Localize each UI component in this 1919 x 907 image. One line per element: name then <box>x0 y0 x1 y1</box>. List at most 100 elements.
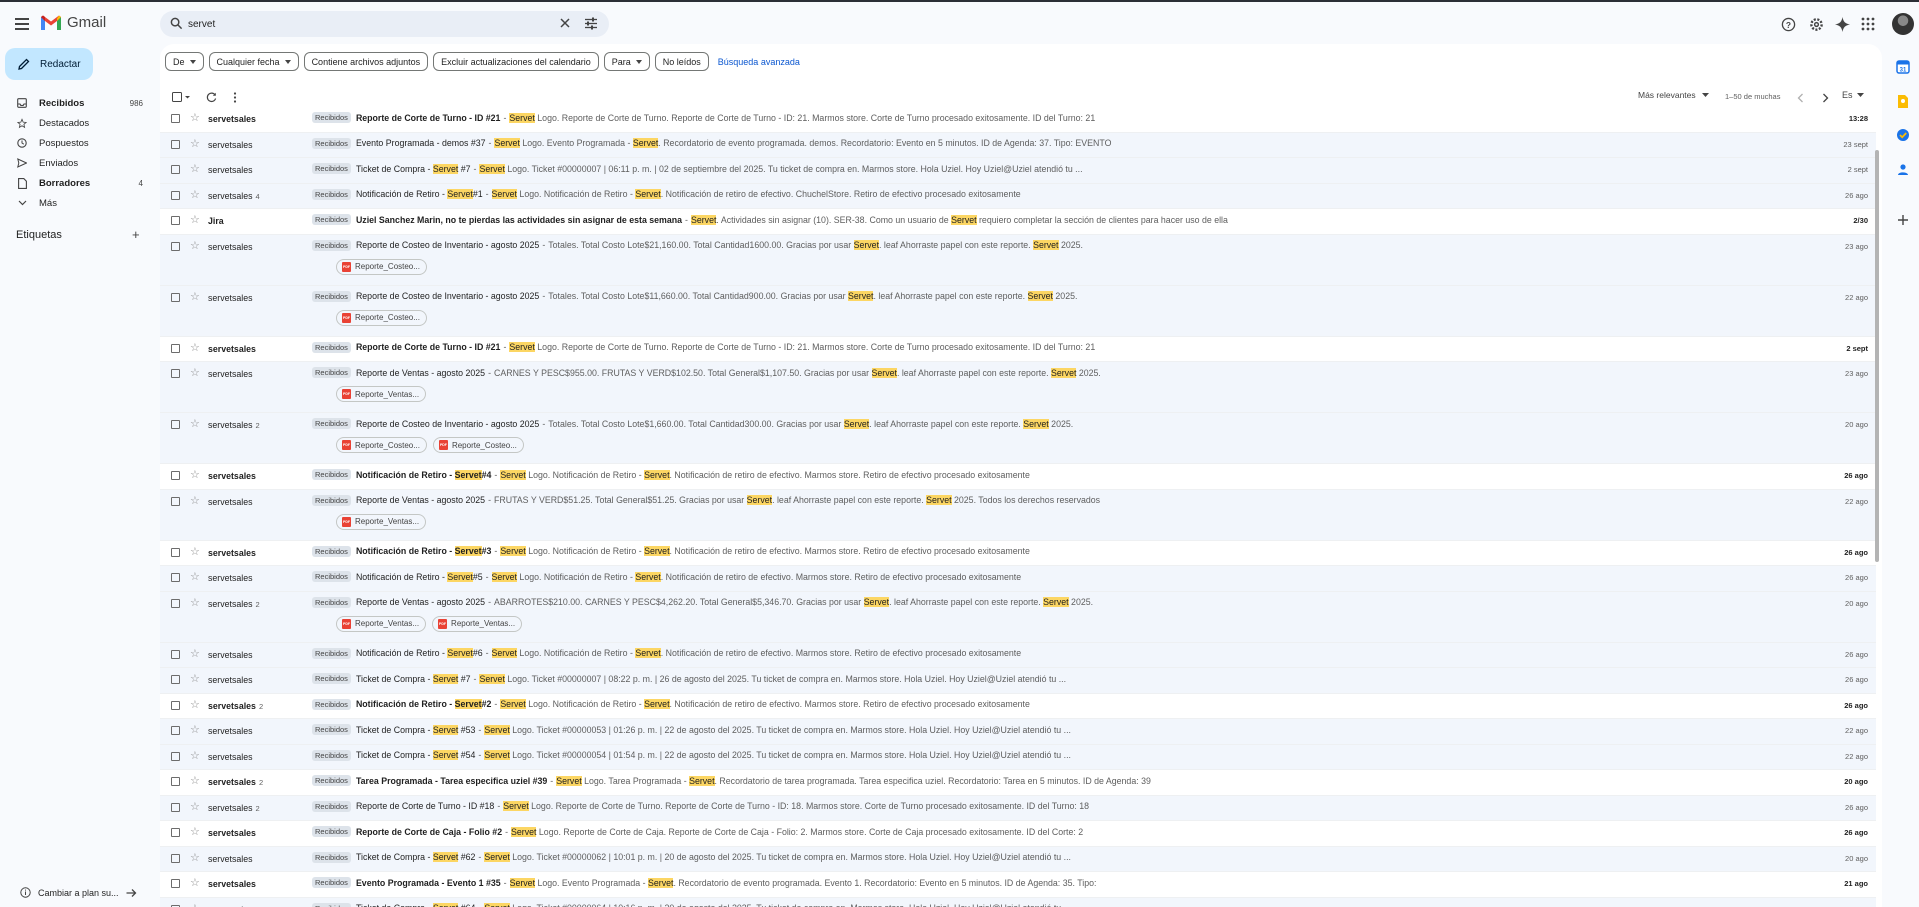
star-icon[interactable]: ☆ <box>190 851 200 864</box>
attachment-chip[interactable]: PDF Reporte_Ventas... <box>432 615 523 632</box>
add-label-icon[interactable]: + <box>132 228 140 241</box>
email-row[interactable]: ☆ servetsales Recibidos Reporte de Costeo d… <box>160 234 1876 286</box>
email-row[interactable]: ☆servetsalesRecibidosTicket de Compra - … <box>160 897 1876 907</box>
email-row[interactable]: ☆ servetsales Recibidos Notificación de Ret… <box>160 540 1876 566</box>
star-icon[interactable]: ☆ <box>190 774 200 787</box>
scrollbar[interactable] <box>1875 150 1879 562</box>
settings-icon[interactable] <box>1807 15 1825 33</box>
sidebar-item-borradores[interactable]: Borradores 4 <box>0 173 155 193</box>
star-icon[interactable]: ☆ <box>190 417 200 430</box>
row-checkbox[interactable] <box>171 165 180 174</box>
star-icon[interactable]: ☆ <box>190 545 200 558</box>
star-icon[interactable]: ☆ <box>190 366 200 379</box>
email-row[interactable]: ☆ servetsales 2 Recibidos Tarea Programada -… <box>160 770 1876 796</box>
star-icon[interactable]: ☆ <box>190 290 200 303</box>
email-row[interactable]: ☆ servetsales Recibidos Notificación de Ret… <box>160 464 1876 490</box>
email-row[interactable]: ☆ servetsales 2 Recibidos Reporte de Costeo … <box>160 413 1876 464</box>
attachment-chip[interactable]: PDF Reporte_Costeo... <box>336 437 427 453</box>
email-row[interactable]: ☆ servetsales 2 Recibidos Notificación de Re… <box>160 693 1876 719</box>
row-checkbox[interactable] <box>171 598 180 608</box>
row-checkbox[interactable] <box>171 547 180 557</box>
email-row[interactable]: ☆ servetsales Recibidos Notificación de Ret… <box>160 642 1876 668</box>
row-checkbox[interactable] <box>171 751 180 761</box>
email-row[interactable]: ☆ servetsales Recibidos Evento Programada -… <box>160 872 1876 898</box>
email-row[interactable]: ☆ servetsales 2 Recibidos Reporte de Ventas … <box>160 591 1876 643</box>
row-checkbox[interactable] <box>171 114 180 123</box>
row-checkbox[interactable] <box>171 853 180 863</box>
tasks-icon[interactable] <box>1895 127 1911 143</box>
search-input[interactable] <box>188 15 518 33</box>
star-icon[interactable]: ☆ <box>190 698 200 711</box>
row-checkbox[interactable] <box>171 139 180 149</box>
calendar-icon[interactable]: 31 <box>1895 59 1911 75</box>
menu-icon[interactable] <box>12 14 32 34</box>
email-row[interactable]: ☆servetsalesRecibidosTicket de Compra - … <box>160 668 1876 694</box>
email-row[interactable]: ☆servetsalesRecibidosTicket de Compra - … <box>160 744 1876 770</box>
sidebar-item-mas[interactable]: Más <box>0 193 155 213</box>
star-icon[interactable]: ☆ <box>190 672 200 685</box>
email-row[interactable]: ☆ servetsales Recibidos Reporte de Ventas -… <box>160 362 1876 413</box>
email-row[interactable]: ☆ servetsales Recibidos Reporte de Costeo d… <box>160 285 1876 337</box>
row-checkbox[interactable] <box>171 420 180 429</box>
row-checkbox[interactable] <box>171 343 180 353</box>
email-row[interactable]: ☆ servetsales Recibidos Notificación de Ret… <box>160 566 1876 592</box>
row-checkbox[interactable] <box>171 802 180 812</box>
row-checkbox[interactable] <box>171 241 180 251</box>
star-icon[interactable]: ☆ <box>190 239 200 252</box>
input-tools-toggle[interactable]: Es <box>1842 90 1864 100</box>
row-checkbox[interactable] <box>171 649 180 659</box>
chip-no-leidos[interactable]: No leídos <box>654 52 709 71</box>
chip-fecha[interactable]: Cualquier fecha <box>208 52 299 71</box>
attachment-chip[interactable]: PDF Reporte_Ventas... <box>336 386 427 402</box>
sidebar-item-destacados[interactable]: Destacados <box>0 113 155 133</box>
star-icon[interactable]: ☆ <box>190 570 200 583</box>
star-icon[interactable]: ☆ <box>190 825 200 838</box>
email-row[interactable]: ☆ servetsales Recibidos Reporte de Corte de… <box>160 336 1876 362</box>
apps-icon[interactable] <box>1859 15 1877 33</box>
chip-calendario[interactable]: Excluir actualizaciones del calendario <box>433 52 599 71</box>
keep-icon[interactable] <box>1895 93 1911 109</box>
row-checkbox[interactable] <box>171 726 180 735</box>
email-row[interactable]: ☆ servetsales 2 Recibidos Reporte de Corte d… <box>160 795 1876 821</box>
advanced-search-link[interactable]: Búsqueda avanzada <box>718 57 800 67</box>
refresh-icon[interactable] <box>206 90 217 108</box>
search-icon[interactable] <box>170 17 183 30</box>
next-page-icon[interactable] <box>1822 90 1829 108</box>
prev-page-icon[interactable] <box>1797 90 1804 108</box>
row-checkbox[interactable] <box>171 573 180 582</box>
star-icon[interactable]: ☆ <box>190 749 200 762</box>
star-icon[interactable]: ☆ <box>190 341 200 354</box>
star-icon[interactable]: ☆ <box>190 494 200 507</box>
chip-adjuntos[interactable]: Contiene archivos adjuntos <box>303 52 429 71</box>
star-icon[interactable]: ☆ <box>190 647 200 660</box>
email-row[interactable]: ☆ servetsales Recibidos Evento Programada -… <box>160 132 1876 158</box>
contacts-icon[interactable] <box>1895 161 1911 177</box>
star-icon[interactable]: ☆ <box>190 188 200 201</box>
add-icon[interactable] <box>1895 212 1911 228</box>
row-checkbox[interactable] <box>171 879 180 888</box>
star-icon[interactable]: ☆ <box>190 137 200 150</box>
upgrade-plan-link[interactable]: Cambiar a plan su... <box>20 887 137 898</box>
star-icon[interactable]: ☆ <box>190 162 200 175</box>
tune-icon[interactable] <box>584 17 598 30</box>
select-all-checkbox[interactable] <box>172 90 192 108</box>
sidebar-item-recibidos[interactable]: Recibidos 986 <box>0 93 155 113</box>
star-icon[interactable]: ☆ <box>190 468 200 481</box>
star-icon[interactable]: ☆ <box>190 723 200 736</box>
star-icon[interactable]: ☆ <box>190 596 200 609</box>
row-checkbox[interactable] <box>171 828 180 837</box>
row-checkbox[interactable] <box>171 700 180 710</box>
star-icon[interactable]: ☆ <box>190 902 200 907</box>
star-icon[interactable]: ☆ <box>190 213 200 226</box>
star-icon[interactable]: ☆ <box>190 111 200 124</box>
attachment-chip[interactable]: PDF Reporte_Costeo... <box>336 258 427 275</box>
star-icon[interactable]: ☆ <box>190 800 200 813</box>
avatar[interactable] <box>1892 13 1914 35</box>
star-icon[interactable]: ☆ <box>190 876 200 889</box>
row-checkbox[interactable] <box>171 216 180 225</box>
sidebar-item-enviados[interactable]: Enviados <box>0 153 155 173</box>
compose-button[interactable]: Redactar <box>5 48 93 80</box>
help-icon[interactable]: ? <box>1779 15 1797 33</box>
sidebar-item-pospuestos[interactable]: Pospuestos <box>0 133 155 153</box>
row-checkbox[interactable] <box>171 777 180 786</box>
